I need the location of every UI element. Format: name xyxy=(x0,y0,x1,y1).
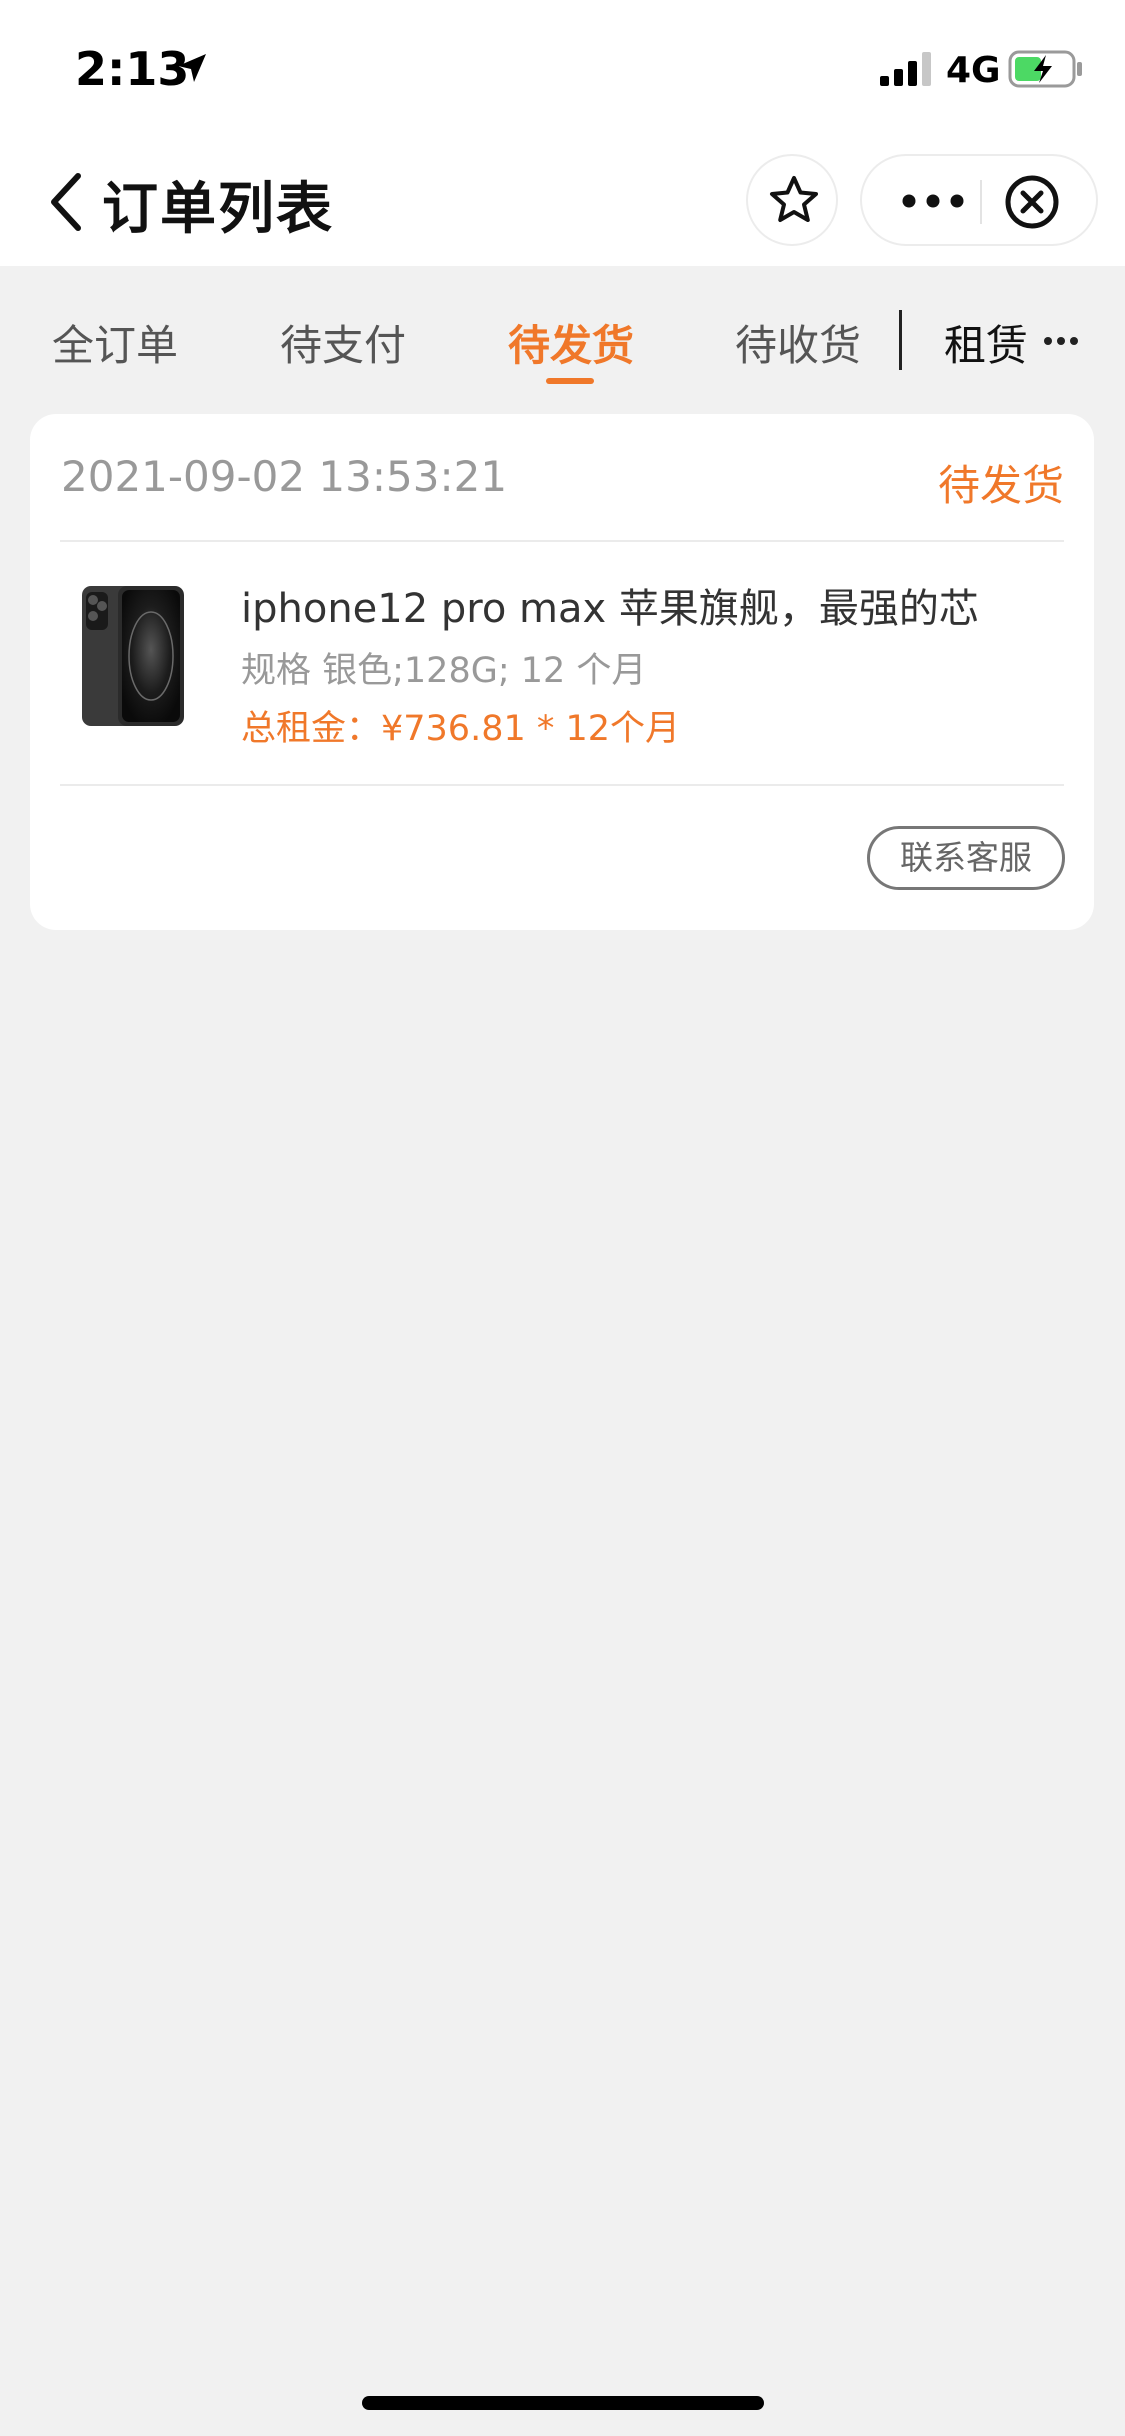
active-tab-indicator xyxy=(546,378,594,384)
star-icon xyxy=(770,176,818,222)
status-bar: 2:13 4G xyxy=(0,0,1125,140)
signal-icon xyxy=(880,52,931,86)
tab-pending-shipment[interactable]: 待发货 xyxy=(508,312,634,373)
favorite-button[interactable] xyxy=(746,154,838,246)
product-total-rent: 总租金：¥736.81 * 12个月 xyxy=(241,709,681,749)
more-dots-icon[interactable] xyxy=(1043,336,1079,346)
page-title: 订单列表 xyxy=(102,177,334,242)
home-indicator[interactable] xyxy=(362,2396,764,2410)
tab-pending-receipt[interactable]: 待收货 xyxy=(735,312,861,373)
network-label: 4G xyxy=(946,50,1001,91)
more-dots-icon[interactable] xyxy=(900,186,966,216)
contact-service-button[interactable]: 联系客服 xyxy=(867,826,1065,890)
tab-pending-payment[interactable]: 待支付 xyxy=(280,312,406,373)
phone-product-image xyxy=(82,586,184,726)
tab-separator xyxy=(899,310,902,370)
back-chevron-icon[interactable] xyxy=(44,170,88,234)
product-spec: 规格 银色;128G; 12 个月 xyxy=(241,651,647,691)
order-tabs: 全订单 待支付 待发货 待收货 租赁 xyxy=(0,266,1125,396)
order-status-badge: 待发货 xyxy=(937,461,1064,510)
product-name: iphone12 pro max 苹果旗舰，最强的芯 xyxy=(241,586,979,632)
order-card[interactable]: 2021-09-02 13:53:21 待发货 iphone12 pro max… xyxy=(30,414,1094,930)
tab-rental[interactable]: 租赁 xyxy=(944,312,1028,373)
close-circle-icon[interactable] xyxy=(1004,174,1060,230)
status-time: 2:13 xyxy=(75,42,190,96)
capsule-divider xyxy=(980,180,982,224)
tab-all-orders[interactable]: 全订单 xyxy=(52,312,178,373)
card-divider xyxy=(60,784,1064,786)
location-arrow-icon xyxy=(178,54,206,82)
battery-charging-icon xyxy=(1008,50,1082,88)
card-divider xyxy=(60,540,1064,542)
order-time: 2021-09-02 13:53:21 xyxy=(61,452,508,501)
mini-program-capsule xyxy=(860,154,1098,246)
nav-bar: 订单列表 xyxy=(0,140,1125,266)
